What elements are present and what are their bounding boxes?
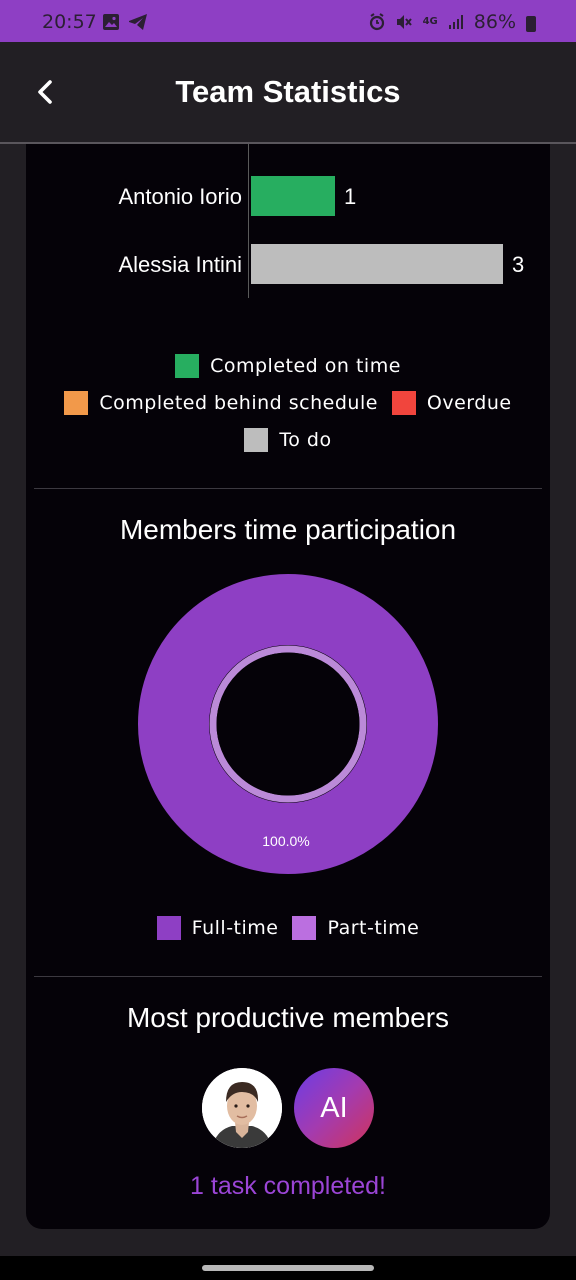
bar-category-label: Antonio Iorio [118,184,242,209]
section-divider [34,976,542,977]
bar-total-label: 3 [512,252,524,277]
bar-category-label: Alessia Intini [118,252,242,277]
legend-label: Full-time [191,916,279,939]
donut-slice-label: 100.0% [262,833,309,849]
legend-swatch [156,915,181,940]
app-bar: Team Statistics [0,42,576,144]
battery-icon [526,16,536,32]
bar-total-label: 1 [344,184,356,209]
tasks-legend: Completed on time Completed behind sched… [26,347,550,458]
system-nav-bar [0,1256,576,1280]
telegram-icon [129,14,147,30]
legend-label: Part-time [327,916,420,939]
page-title: Team Statistics [175,74,401,109]
legend-swatch [64,390,89,415]
bar-segment [251,244,503,284]
donut-hole [216,652,360,796]
legend-label: To do [279,428,332,451]
status-bar: 20:57 4G 86% [0,0,576,42]
bar-segment [251,176,335,216]
legend-completed-behind-schedule: Completed behind schedule [64,390,378,415]
mute-icon [396,15,412,29]
productive-caption: 1 task completed! [190,1172,386,1200]
participation-title: Members time participation [119,514,457,545]
participation-legend: Full-time Part-time [26,909,550,946]
statistics-card: Antonio Iorio 1 Alessia Intini 3 Completed … [26,144,550,1229]
legend-swatch [175,353,200,378]
image-icon [103,14,119,30]
legend-overdue: Overdue [391,390,512,415]
section-divider [34,488,542,489]
legend-label: Completed behind schedule [99,391,378,414]
network-4g-icon: 4G [422,16,438,27]
legend-completed-on-time: Completed on time [175,353,401,378]
person-photo-icon [202,1068,282,1148]
legend-label: Completed on time [210,354,401,377]
legend-to-do: To do [244,427,332,452]
legend-swatch [244,427,269,452]
signal-icon [448,15,463,29]
legend-swatch [391,390,416,415]
home-indicator[interactable] [202,1265,374,1271]
legend-label: Overdue [426,391,512,414]
battery-level: 86% [473,11,516,33]
tasks-bar-chart: Antonio Iorio 1 Alessia Intini 3 [118,144,524,298]
member-avatar-initials[interactable]: AI [294,1068,374,1148]
member-avatar-photo[interactable] [202,1068,282,1148]
alarm-icon [369,13,384,31]
status-time: 20:57 [42,11,97,33]
participation-donut-chart: 100.0% [138,574,438,874]
legend-full-time: Full-time [156,915,279,940]
productive-title: Most productive members [126,1002,450,1033]
legend-swatch [292,915,317,940]
legend-part-time: Part-time [292,915,420,940]
